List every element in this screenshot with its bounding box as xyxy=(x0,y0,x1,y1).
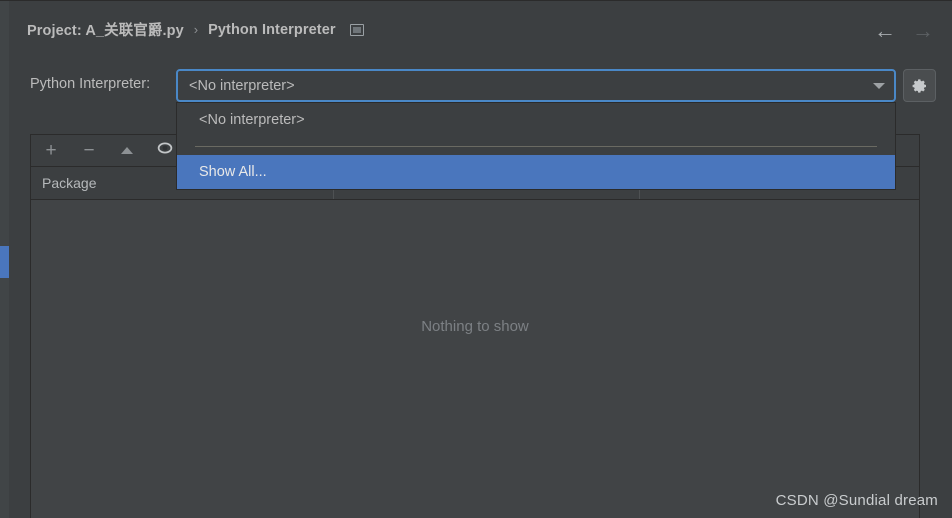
interpreter-settings-button[interactable] xyxy=(903,69,936,102)
chevron-down-icon[interactable] xyxy=(864,82,894,89)
dropdown-item-show-all[interactable]: Show All... xyxy=(177,155,895,189)
watermark: CSDN @Sundial dream xyxy=(775,492,938,509)
left-gutter xyxy=(0,1,9,518)
dropdown-item-no-interpreter[interactable]: <No interpreter> xyxy=(177,103,895,137)
empty-state-message: Nothing to show xyxy=(421,318,529,335)
breadcrumb: Project: A_关联官爵.py › Python Interpreter xyxy=(27,19,364,40)
forward-arrow-icon[interactable]: → xyxy=(912,20,934,42)
breadcrumb-separator: › xyxy=(193,22,199,37)
eye-icon xyxy=(156,141,174,160)
gear-icon xyxy=(912,78,928,94)
show-early-releases-button[interactable] xyxy=(156,142,174,160)
packages-table-body: Nothing to show xyxy=(31,200,919,518)
add-package-button[interactable]: + xyxy=(42,141,60,160)
python-interpreter-combobox[interactable]: <No interpreter> xyxy=(176,69,896,102)
left-scroll-marker[interactable] xyxy=(0,246,9,278)
interpreter-dropdown-popup: <No interpreter> Show All... xyxy=(176,102,896,190)
upgrade-package-button[interactable] xyxy=(118,142,136,160)
breadcrumb-page-title: Python Interpreter xyxy=(208,21,336,38)
dropdown-separator xyxy=(177,137,895,155)
python-interpreter-label: Python Interpreter: xyxy=(30,76,151,92)
breadcrumb-project[interactable]: Project: A_关联官爵.py xyxy=(27,19,184,40)
remove-package-button[interactable]: − xyxy=(80,141,98,160)
back-arrow-icon[interactable]: ← xyxy=(874,20,896,42)
python-interpreter-value: <No interpreter> xyxy=(189,77,295,94)
navigation-arrows: ← → xyxy=(874,20,934,42)
packages-panel: + − Package Nothing to show xyxy=(30,134,920,518)
settings-dialog-python-interpreter: Project: A_关联官爵.py › Python Interpreter … xyxy=(0,0,952,518)
window-icon[interactable] xyxy=(349,23,364,36)
